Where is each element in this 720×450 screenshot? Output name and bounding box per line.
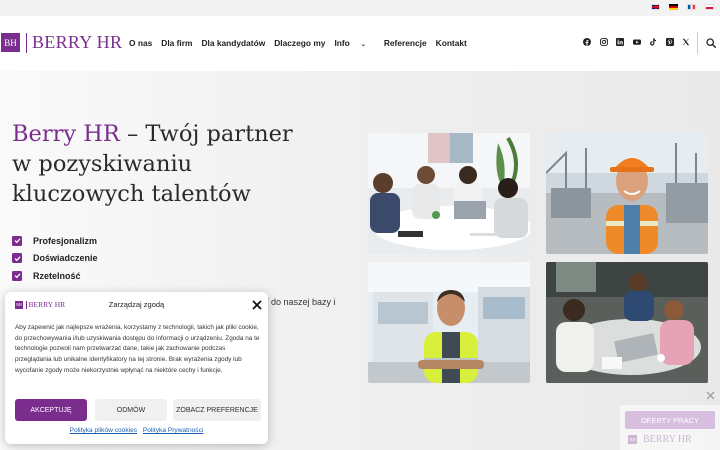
tiktok-icon[interactable] (649, 38, 657, 46)
flag-pl-icon[interactable] (705, 4, 714, 10)
instagram-icon[interactable] (599, 38, 608, 46)
check-icon (12, 235, 22, 246)
facebook-icon[interactable] (583, 38, 591, 46)
cookie-policy-link[interactable]: Polityka plików cookies (70, 427, 137, 434)
chevron-down-icon: ⌄ (360, 42, 366, 48)
flag-en-icon[interactable] (651, 4, 660, 10)
deny-button[interactable]: Odmów (95, 399, 167, 421)
cookie-consent-dialog: BH BERRY HR Zarządzaj zgodą Aby zapewnić… (5, 292, 268, 444)
feature-item: Rzetelność (12, 267, 98, 285)
hero-title: Berry HR – Twój partner w pozyskiwaniu k… (12, 119, 302, 209)
logo-text: BERRY HR (32, 32, 123, 52)
cookie-title: Zarządzaj zgodą (108, 300, 165, 309)
privacy-policy-link[interactable]: Polityka Prywatności (143, 427, 203, 434)
linkedin-icon[interactable] (616, 38, 624, 46)
accept-button[interactable]: Akceptuję (15, 399, 87, 421)
feature-list: Profesjonalizm Doświadczenie Rzetelność (12, 232, 98, 285)
nav-item-dla-kandydatow[interactable]: Dla kandydatów (201, 38, 265, 48)
search-icon[interactable] (706, 38, 716, 48)
close-icon[interactable] (706, 391, 715, 400)
nav-item-dla-firm[interactable]: Dla firm (161, 38, 192, 48)
nav-item-dlaczego-my[interactable]: Dlaczego my (274, 38, 325, 48)
main-nav: O nas Dla firm Dla kandydatów Dlaczego m… (129, 38, 476, 48)
photo-truck-driver (368, 262, 530, 383)
job-widget-logo-text: BERRY HR (643, 434, 692, 445)
language-bar (0, 0, 720, 16)
social-links (583, 38, 690, 46)
job-widget-logo-mark: BH (628, 435, 637, 444)
nav-item-info-label: Info (334, 38, 350, 48)
youtube-icon[interactable] (632, 38, 641, 46)
site-logo[interactable]: BH BERRY HR (1, 32, 122, 53)
hero-description-partial: / do naszej bazy i (266, 297, 336, 307)
job-offers-button[interactable]: OFERTY PRACY (625, 411, 715, 429)
close-icon[interactable] (252, 300, 262, 310)
cookie-policy-links: Polityka plików cookies Polityka Prywatn… (5, 427, 268, 434)
hero-title-brand: Berry HR (12, 121, 120, 147)
header-divider (697, 32, 698, 54)
nav-item-o-nas[interactable]: O nas (129, 38, 152, 48)
check-icon (12, 270, 22, 281)
nav-item-referencje[interactable]: Referencje (384, 38, 427, 48)
preferences-button[interactable]: Zobacz preferencje (173, 399, 261, 421)
feature-label: Doświadczenie (33, 253, 98, 264)
flag-de-icon[interactable] (669, 4, 678, 10)
cookie-description: Aby zapewnić jak najlepsze wrażenia, kor… (15, 324, 260, 374)
feature-item: Profesjonalizm (12, 232, 98, 250)
photo-business-meeting (368, 133, 530, 254)
x-icon[interactable] (682, 38, 690, 46)
flag-fr-icon[interactable] (687, 4, 696, 10)
language-switcher (651, 4, 714, 10)
check-icon (12, 253, 22, 264)
feature-label: Profesjonalizm (33, 235, 98, 246)
logo-divider (26, 32, 27, 53)
nav-item-info[interactable]: Info ⌄ (334, 38, 374, 48)
logo-mark: BH (1, 33, 20, 52)
site-header: BH BERRY HR O nas Dla firm Dla kandydató… (0, 16, 720, 71)
nav-item-kontakt[interactable]: Kontakt (436, 38, 467, 48)
job-widget-logo: BH BERRY HR (628, 434, 692, 445)
feature-item: Doświadczenie (12, 250, 98, 268)
feature-label: Rzetelność (33, 270, 81, 281)
pinterest-icon[interactable] (665, 38, 674, 46)
photo-office-team (546, 262, 708, 383)
photo-engineer (546, 133, 708, 254)
